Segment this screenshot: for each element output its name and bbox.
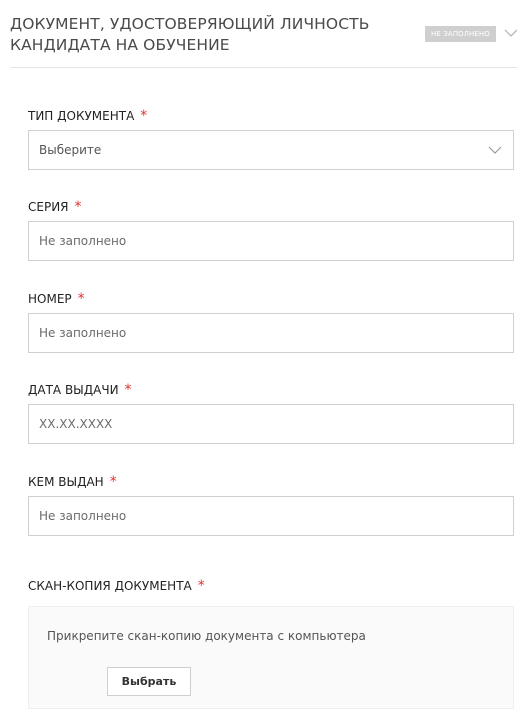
scan-label-text: СКАН-КОПИЯ ДОКУМЕНТА	[28, 579, 192, 593]
doc-type-label-text: ТИП ДОКУМЕНТА	[28, 109, 135, 123]
issued-by-field: КЕМ ВЫДАН *	[28, 474, 514, 536]
upload-hint: Прикрепите скан-копию документа с компью…	[47, 629, 366, 643]
issue-date-input[interactable]	[28, 404, 514, 444]
chevron-down-icon[interactable]	[502, 24, 517, 42]
doc-type-label: ТИП ДОКУМЕНТА *	[28, 108, 147, 124]
required-mark: *	[74, 199, 82, 215]
number-field: НОМЕР *	[28, 291, 514, 353]
number-label-text: НОМЕР	[28, 292, 72, 306]
status-badge: НЕ ЗАПОЛНЕНО	[425, 26, 496, 42]
scan-label: СКАН-КОПИЯ ДОКУМЕНТА *	[28, 578, 205, 594]
series-label-text: СЕРИЯ	[28, 200, 69, 214]
doc-type-field: ТИП ДОКУМЕНТА * Выберите	[28, 108, 514, 170]
issued-by-label: КЕМ ВЫДАН *	[28, 474, 117, 490]
doc-type-select[interactable]: Выберите	[28, 130, 514, 170]
series-label: СЕРИЯ *	[28, 199, 82, 215]
issue-date-label: ДАТА ВЫДАЧИ *	[28, 382, 132, 398]
section-header[interactable]: ДОКУМЕНТ, УДОСТОВЕРЯЮЩИЙ ЛИЧНОСТЬ КАНДИД…	[10, 14, 517, 68]
required-mark: *	[109, 474, 117, 490]
required-mark: *	[140, 108, 148, 124]
number-input[interactable]	[28, 313, 514, 353]
issue-date-label-text: ДАТА ВЫДАЧИ	[28, 383, 119, 397]
required-mark: *	[77, 291, 85, 307]
required-mark: *	[197, 578, 205, 594]
required-mark: *	[124, 382, 132, 398]
upload-area: Прикрепите скан-копию документа с компью…	[28, 606, 514, 709]
doc-type-select-value: Выберите	[39, 143, 102, 157]
series-field: СЕРИЯ *	[28, 199, 514, 261]
number-label: НОМЕР *	[28, 291, 85, 307]
choose-file-button[interactable]: Выбрать	[107, 667, 191, 696]
scan-field: СКАН-КОПИЯ ДОКУМЕНТА *	[28, 578, 514, 596]
chevron-down-icon	[488, 146, 502, 154]
section-title: ДОКУМЕНТ, УДОСТОВЕРЯЮЩИЙ ЛИЧНОСТЬ КАНДИД…	[10, 15, 370, 54]
series-input[interactable]	[28, 221, 514, 261]
issue-date-field: ДАТА ВЫДАЧИ *	[28, 382, 514, 444]
issued-by-input[interactable]	[28, 496, 514, 536]
issued-by-label-text: КЕМ ВЫДАН	[28, 475, 104, 489]
